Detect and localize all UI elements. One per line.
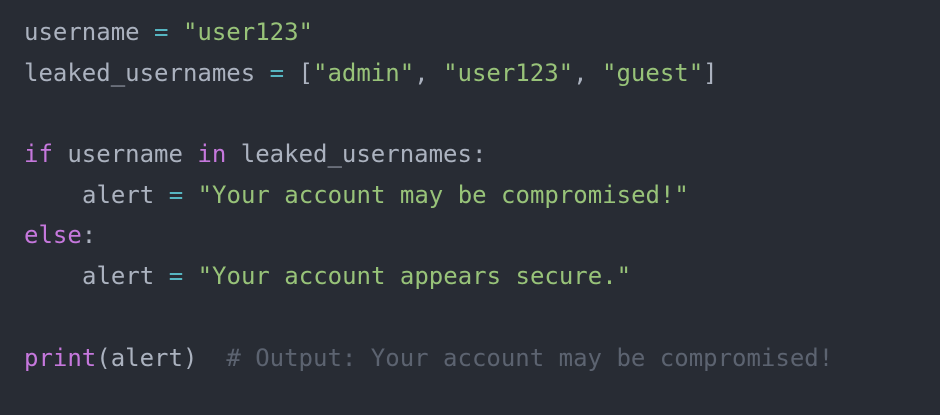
code-line-9: print(alert) # Output: Your account may …: [24, 338, 940, 379]
variable-leaked-usernames: leaked_usernames: [240, 140, 472, 169]
assign-operator: =: [168, 180, 184, 209]
keyword-in: in: [197, 140, 227, 169]
variable-leaked-usernames: leaked_usernames: [24, 58, 256, 87]
bracket-close: ]: [703, 58, 718, 87]
assign-operator: =: [154, 18, 169, 46]
paren-close: ): [182, 343, 198, 372]
colon: :: [81, 221, 97, 250]
code-line-7: alert = "Your account appears secure.": [24, 256, 940, 297]
keyword-if: if: [24, 140, 53, 169]
list-separator: ,: [573, 58, 603, 87]
assign-operator: =: [168, 262, 184, 291]
assign-operator: =: [269, 58, 285, 87]
variable-alert: alert: [110, 343, 183, 372]
code-line-2: leaked_usernames = ["admin", "user123", …: [24, 53, 940, 94]
list-item-string: "user123": [443, 58, 574, 87]
string-literal: "Your account may be compromised!": [197, 180, 689, 209]
variable-username: username: [67, 140, 183, 169]
code-line-5: alert = "Your account may be compromised…: [24, 175, 940, 216]
function-print: print: [24, 343, 97, 372]
code-line-3-blank: [24, 93, 940, 134]
list-item-string: "guest": [602, 58, 704, 87]
bracket-open: [: [298, 58, 313, 87]
list-item-string: "admin": [313, 58, 415, 87]
string-literal: "user123": [182, 18, 313, 46]
colon: :: [471, 140, 487, 169]
code-line-1: username = "user123": [24, 12, 940, 53]
code-line-6: else:: [24, 215, 940, 256]
variable-alert: alert: [82, 180, 155, 209]
variable-username: username: [24, 18, 140, 46]
code-editor[interactable]: username = "user123" leaked_usernames = …: [0, 0, 940, 415]
keyword-else: else: [24, 221, 82, 250]
list-separator: ,: [414, 58, 444, 87]
code-line-8-blank: [24, 297, 940, 338]
code-line-4: if username in leaked_usernames:: [24, 134, 940, 175]
string-literal: "Your account appears secure.": [197, 262, 632, 291]
variable-alert: alert: [82, 262, 155, 291]
code-comment: # Output: Your account may be compromise…: [226, 343, 834, 372]
paren-open: (: [96, 343, 111, 372]
